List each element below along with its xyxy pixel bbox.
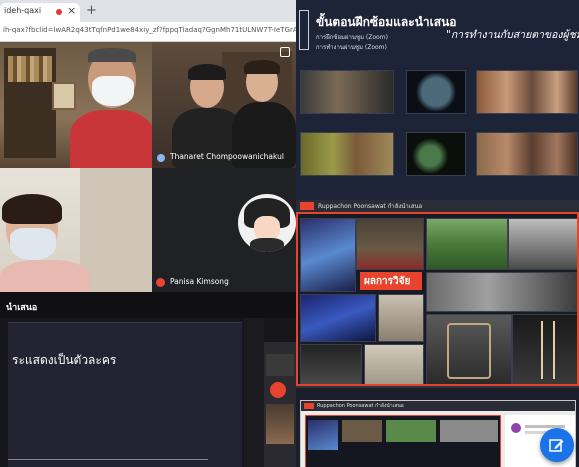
slide-quote: "การทำงานกับสายตาของผู้ชม"	[446, 29, 579, 41]
mic-off-icon	[156, 278, 165, 287]
slide1-thumb-3	[476, 70, 578, 114]
slide1-thumb-5	[406, 132, 466, 176]
slide-line-1: การฝึกซ้อมผ่านซูม (Zoom)	[316, 34, 388, 41]
pin-icon[interactable]	[280, 47, 290, 57]
screenshare-collage	[305, 415, 501, 467]
participant-masked-woman	[0, 194, 90, 292]
browser-tab[interactable]: ideh-qaxi ×	[0, 3, 80, 22]
presenter-label: Ruppachon Poonsawat กำลังนำเสนอ	[318, 203, 423, 210]
close-icon[interactable]: ×	[67, 4, 76, 17]
slide3-body: ระแสดงเป็นตัวละคร	[12, 353, 117, 367]
background-wall	[80, 168, 152, 292]
presenter-bar: Ruppachon Poonsawat กำลังนำเสนอ	[296, 200, 579, 212]
sidebar-purple-avatar	[511, 423, 521, 433]
strip-thumb-1	[266, 354, 294, 376]
collage-photo-6	[300, 294, 376, 342]
slide-logo	[299, 10, 309, 50]
tab-title: ideh-qaxi	[4, 6, 42, 15]
slide-line-2: การทำงานผ่านซูม (Zoom)	[316, 44, 387, 51]
slide1-thumb-1	[300, 70, 394, 114]
screenshare-presenter: Ruppachon Poonsawat กำลังนำเสนอ	[317, 403, 404, 409]
mini-photo-4	[440, 420, 498, 442]
audio-level-icon	[157, 154, 165, 162]
research-banner-text: ผลการวิจัย	[364, 276, 411, 287]
meet-window: ideh-qaxi × + ih-qax?fbclid=IwAR2q43tTqf…	[0, 0, 296, 292]
slide3-thumb-strip	[264, 342, 296, 467]
participant-name-panisa: Panisa Kimsong	[170, 277, 229, 286]
slide3-header: นำเสนอ	[6, 303, 38, 313]
slide3-side-strip	[244, 318, 264, 467]
video-tile-panisa[interactable]: Panisa Kimsong	[152, 168, 296, 292]
collage-photo-2	[356, 218, 424, 270]
strip-red-icon	[270, 382, 286, 398]
collage-photo-9	[512, 314, 577, 384]
participant-name-thanaret: Thanaret Chompoowanichakul	[170, 152, 284, 161]
add-tab-icon[interactable]: +	[86, 3, 97, 18]
collage-photo-11	[364, 344, 424, 384]
mini-photo-2	[342, 420, 382, 442]
video-tile-masked-man[interactable]	[0, 42, 152, 168]
address-bar[interactable]: ih-qax?fbclid=IwAR2q43tTqfnPd1we84xiy_zf…	[0, 22, 296, 42]
slide3-header-bar: นำเสนอ	[0, 292, 296, 318]
panisa-avatar	[238, 194, 296, 252]
collage-photo-3	[426, 218, 508, 270]
participant-masked-man	[70, 48, 152, 168]
slide3-underline	[8, 459, 208, 460]
screenshare-red-icon	[304, 403, 314, 409]
slide1-thumb-2	[406, 70, 466, 114]
slide-practice-steps: ขั้นตอนฝึกซ้อมและนำเสนอ การฝึกซ้อมผ่านซู…	[296, 0, 579, 200]
video-tile-thanaret[interactable]: Thanaret Chompoowanichakul	[152, 42, 296, 168]
slide1-thumb-6	[476, 132, 578, 176]
slide-title: ขั้นตอนฝึกซ้อมและนำเสนอ	[316, 15, 457, 29]
edit-fab-button[interactable]	[540, 428, 574, 462]
collage-photo-8	[426, 314, 512, 384]
recording-dot-icon	[56, 9, 62, 15]
collage-red-frame: ผลการวิจัย	[296, 212, 579, 386]
slide1-thumb-4	[300, 132, 394, 176]
collage-photo-5	[426, 272, 577, 312]
screenshare-topbar: Ruppachon Poonsawat กำลังนำเสนอ	[301, 401, 575, 411]
mini-photo-3	[386, 420, 436, 442]
collage-photo-10	[300, 344, 362, 384]
slide3-content: ระแสดงเป็นตัวละคร	[8, 322, 242, 467]
shelf-books	[8, 56, 52, 82]
slide-research-results: Ruppachon Poonsawat กำลังนำเสนอ ผลการวิจ…	[296, 200, 579, 386]
url-text: ih-qax?fbclid=IwAR2q43tTqfnPd1we84xiy_zf…	[3, 26, 296, 34]
slide-screenshare: Ruppachon Poonsawat กำลังนำเสนอ	[296, 386, 579, 467]
research-banner: ผลการวิจัย	[360, 272, 422, 290]
slide-acting-presentation: นำเสนอ ระแสดงเป็นตัวละคร	[0, 292, 296, 467]
collage-photo-4	[508, 218, 577, 270]
collage-photo-1	[300, 218, 356, 292]
edit-icon	[549, 439, 564, 452]
video-tile-masked-woman[interactable]	[0, 168, 152, 292]
strip-thumb-2	[266, 404, 294, 444]
presenter-red-icon	[300, 202, 314, 210]
browser-tab-strip: ideh-qaxi × +	[0, 0, 296, 22]
mini-photo-1	[308, 420, 338, 450]
collage-photo-7	[378, 294, 424, 342]
screenshare-window: Ruppachon Poonsawat กำลังนำเสนอ	[300, 400, 576, 467]
